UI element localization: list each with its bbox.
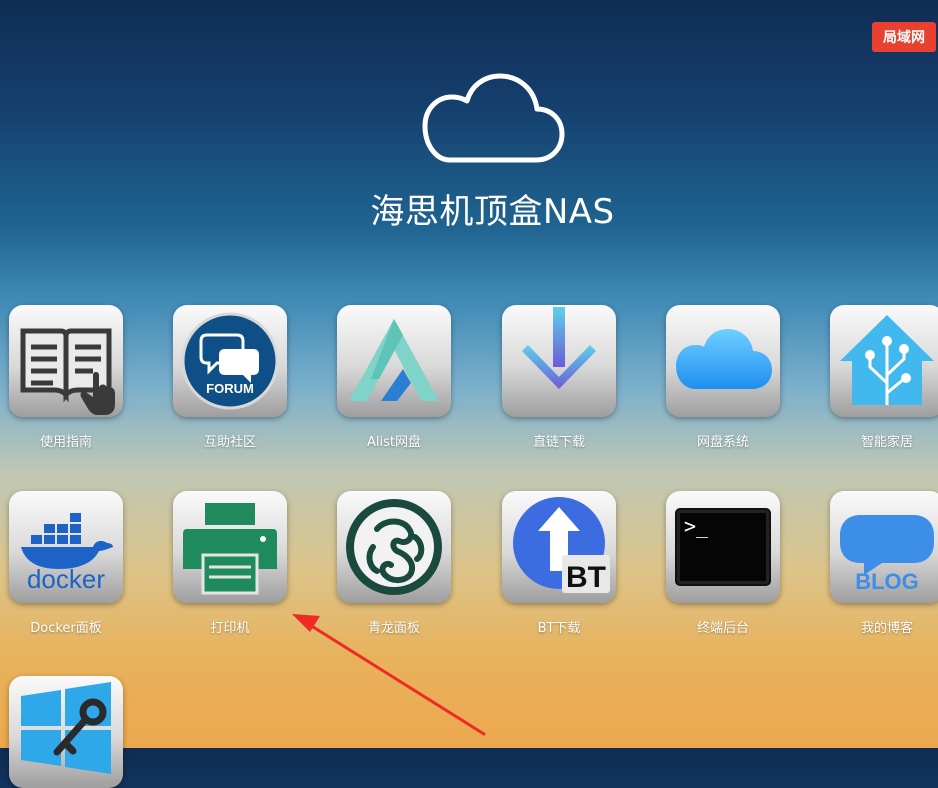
docker-text: docker xyxy=(27,564,105,594)
app-label-smart-home: 智能家居 xyxy=(860,435,913,450)
alist-icon xyxy=(349,319,439,401)
printer-icon xyxy=(183,503,277,595)
download-arrow-icon xyxy=(522,307,596,389)
windows-remote-icon xyxy=(21,682,111,774)
cloud-icon xyxy=(676,329,772,389)
app-manual[interactable] xyxy=(9,305,123,417)
app-label-blog: 我的博客 xyxy=(860,621,913,636)
app-cloud-drive[interactable] xyxy=(666,305,780,417)
app-printer[interactable] xyxy=(173,491,287,603)
page-title: 海思机顶盒NAS xyxy=(370,192,615,232)
app-smart-home[interactable] xyxy=(830,305,938,417)
forum-text: FORUM xyxy=(206,381,254,396)
app-label-bt-download: BT下载 xyxy=(537,621,581,636)
app-label-terminal: 终端后台 xyxy=(696,621,749,636)
app-label-forum: 互助社区 xyxy=(203,435,256,450)
app-windows-remote[interactable] xyxy=(9,676,123,788)
app-forum[interactable]: FORUM xyxy=(173,305,287,417)
bt-text: BT xyxy=(566,561,606,594)
lan-badge: 局域网 xyxy=(872,22,936,52)
nas-portal: { "badge": "局域网", "header": { "title": "… xyxy=(0,0,938,788)
terminal-prompt: >_ xyxy=(684,514,709,538)
app-direct-download[interactable] xyxy=(502,305,616,417)
blog-text: BLOG xyxy=(855,569,919,594)
app-blog[interactable]: BLOG xyxy=(830,491,938,603)
app-label-cloud-drive: 网盘系统 xyxy=(696,435,749,450)
app-label-manual: 使用指南 xyxy=(39,435,92,450)
app-bt-download[interactable]: BT xyxy=(502,491,616,603)
cloud-logo-icon xyxy=(422,73,565,163)
app-label-direct-download: 直链下载 xyxy=(532,435,585,450)
app-docker[interactable]: docker xyxy=(9,491,123,603)
qinglong-dragon-icon xyxy=(346,499,442,595)
forum-icon: FORUM xyxy=(181,312,279,410)
app-label-alist: Alist网盘 xyxy=(367,435,421,450)
blog-icon: BLOG xyxy=(840,515,934,594)
app-qinglong[interactable] xyxy=(337,491,451,603)
app-label-printer: 打印机 xyxy=(210,621,250,636)
app-label-docker: Docker面板 xyxy=(30,621,102,636)
manual-book-icon xyxy=(20,328,115,415)
app-label-qinglong: 青龙面板 xyxy=(367,621,420,636)
smart-home-icon xyxy=(840,315,934,405)
docker-icon: docker xyxy=(21,513,113,594)
bt-icon: BT xyxy=(513,497,610,594)
app-terminal[interactable]: >_ xyxy=(666,491,780,603)
terminal-icon: >_ xyxy=(675,508,771,586)
app-alist[interactable] xyxy=(337,305,451,417)
